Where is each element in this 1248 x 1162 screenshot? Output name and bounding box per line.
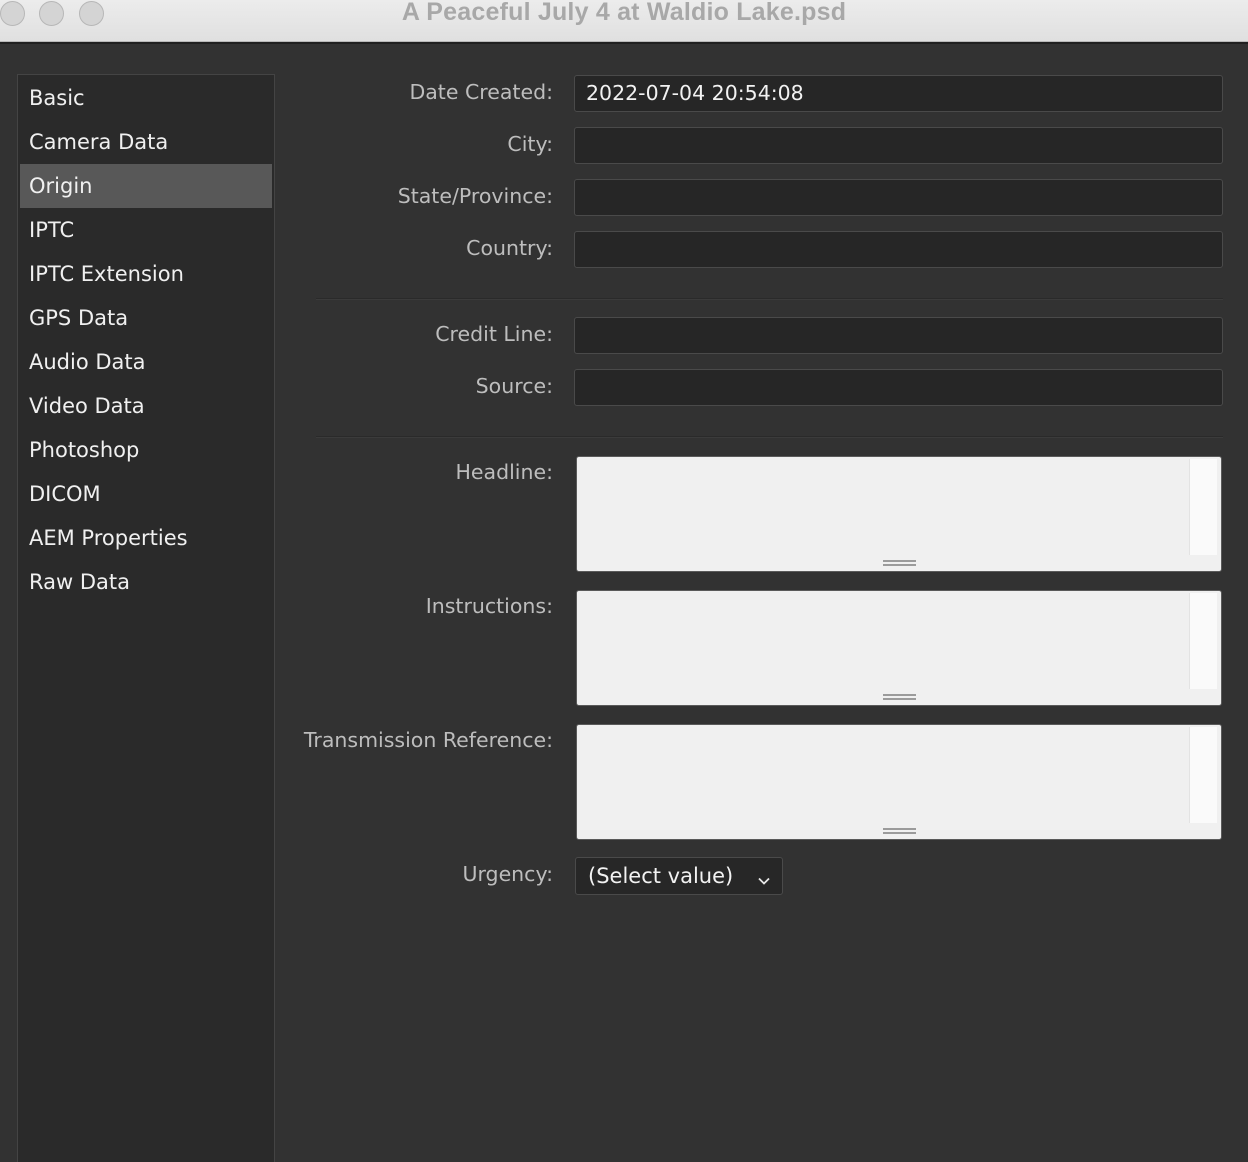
section-divider — [316, 436, 1223, 438]
urgency-selected-value: (Select value) — [588, 864, 734, 888]
urgency-select[interactable]: (Select value) — [575, 857, 783, 895]
resize-grip-icon[interactable] — [883, 828, 916, 834]
sidebar-item-photoshop[interactable]: Photoshop — [20, 428, 272, 472]
sidebar-item-camera-data[interactable]: Camera Data — [20, 120, 272, 164]
section-divider — [316, 298, 1223, 300]
sidebar-item-audio-data[interactable]: Audio Data — [20, 340, 272, 384]
sidebar-item-dicom[interactable]: DICOM — [20, 472, 272, 516]
sidebar-item-origin[interactable]: Origin — [20, 164, 272, 208]
urgency-label: Urgency: — [462, 862, 553, 886]
sidebar-item-raw-data[interactable]: Raw Data — [20, 560, 272, 604]
transmission-reference-scrollbar[interactable] — [1189, 727, 1217, 823]
credit-line-label: Credit Line: — [435, 322, 553, 346]
transmission-reference-textarea[interactable] — [576, 724, 1222, 840]
instructions-label: Instructions: — [425, 594, 553, 618]
title-bar: A Peaceful July 4 at Waldio Lake.psd — [0, 0, 1248, 42]
credit-line-field[interactable] — [574, 317, 1223, 354]
resize-grip-icon[interactable] — [883, 560, 916, 566]
window-title: A Peaceful July 4 at Waldio Lake.psd — [401, 0, 847, 26]
title-bar-divider — [0, 42, 1248, 44]
transmission-reference-label: Transmission Reference: — [303, 728, 553, 752]
date-created-label: Date Created: — [409, 80, 553, 104]
country-label: Country: — [466, 236, 553, 260]
headline-textarea[interactable] — [576, 456, 1222, 572]
date-created-field[interactable]: 2022-07-04 20:54:08 — [574, 75, 1223, 112]
headline-scrollbar[interactable] — [1189, 459, 1217, 555]
city-field[interactable] — [574, 127, 1223, 164]
country-field[interactable] — [574, 231, 1223, 268]
sidebar-item-iptc[interactable]: IPTC — [20, 208, 272, 252]
sidebar-item-basic[interactable]: Basic — [20, 76, 272, 120]
sidebar-item-gps-data[interactable]: GPS Data — [20, 296, 272, 340]
sidebar-item-iptc-extension[interactable]: IPTC Extension — [20, 252, 272, 296]
headline-label: Headline: — [455, 460, 553, 484]
instructions-scrollbar[interactable] — [1189, 593, 1217, 689]
sidebar: Basic Camera Data Origin IPTC IPTC Exten… — [17, 74, 275, 1162]
sidebar-item-video-data[interactable]: Video Data — [20, 384, 272, 428]
city-label: City: — [507, 132, 553, 156]
state-province-field[interactable] — [574, 179, 1223, 216]
state-province-label: State/Province: — [397, 184, 553, 208]
instructions-textarea[interactable] — [576, 590, 1222, 706]
resize-grip-icon[interactable] — [883, 694, 916, 700]
source-label: Source: — [475, 374, 553, 398]
chevron-down-icon — [756, 866, 772, 902]
source-field[interactable] — [574, 369, 1223, 406]
sidebar-item-aem-properties[interactable]: AEM Properties — [20, 516, 272, 560]
